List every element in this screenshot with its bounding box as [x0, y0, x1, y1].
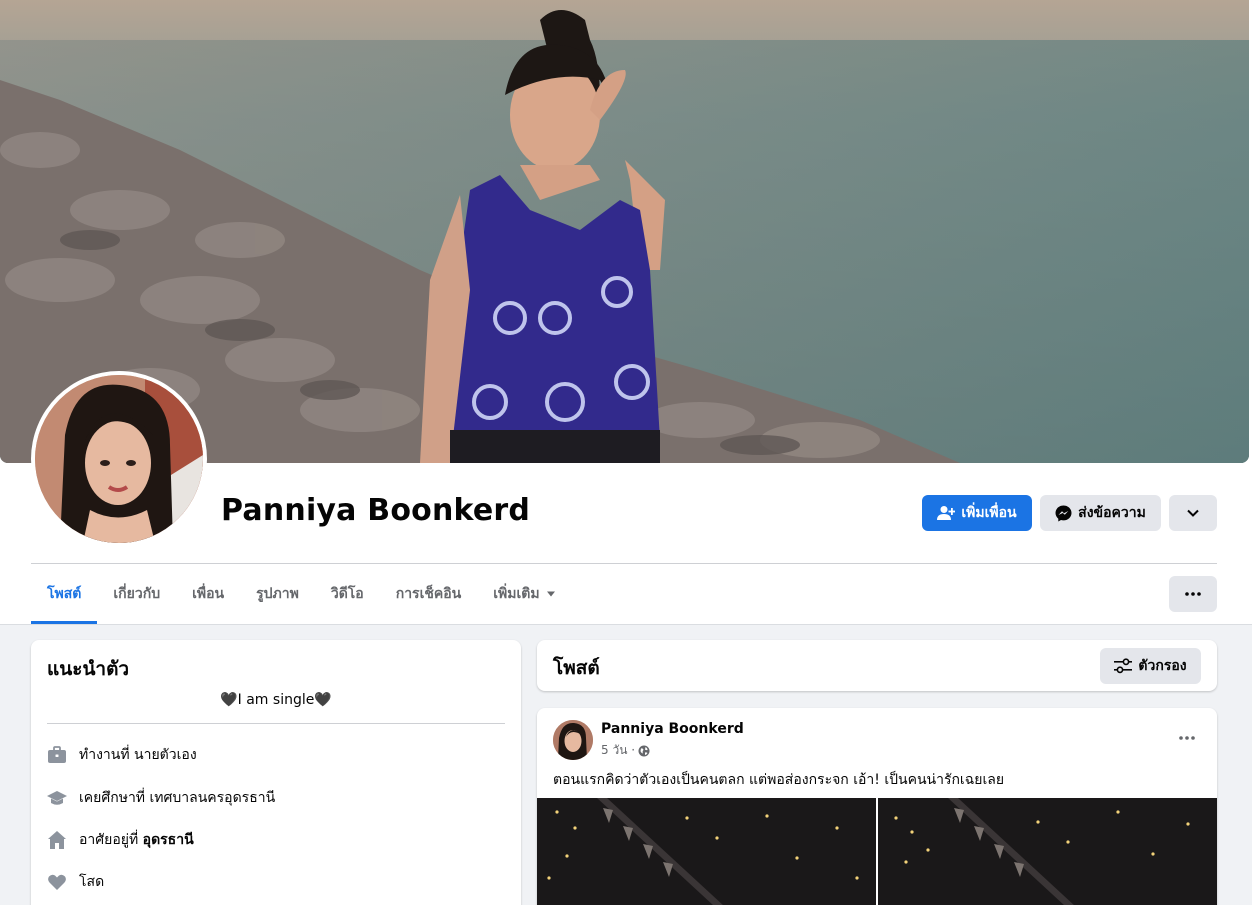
tabs-more-button[interactable] — [1169, 576, 1217, 612]
post-photo[interactable] — [537, 798, 876, 905]
tab-videos[interactable]: วิดีโอ — [315, 565, 380, 623]
post-text: ตอนแรกคิดว่าตัวเองเป็นคนตลก แต่พอส่องกระ… — [553, 772, 1005, 788]
posts-title: โพสต์ — [553, 657, 600, 679]
post-author-avatar[interactable] — [553, 720, 593, 760]
add-friend-icon — [937, 506, 956, 520]
intro-card: แนะนำตัว 🖤I am single🖤 ทำงานที่ นายตัวเอ… — [31, 640, 521, 905]
lives-prefix: อาศัยอยู่ที่ — [79, 832, 143, 848]
tab-checkins[interactable]: การเช็คอิน — [380, 565, 478, 623]
posts-header-card: โพสต์ ตัวกรอง — [537, 640, 1217, 691]
header-divider — [31, 563, 1217, 564]
intro-relationship: โสด — [47, 871, 104, 893]
heart-icon — [48, 874, 66, 890]
post-meta: 5 วัน · — [601, 741, 650, 760]
profile-picture[interactable] — [31, 371, 207, 547]
intro-education-text: เคยศึกษาที่ เทศบาลนครอุดรธานี — [79, 790, 276, 806]
caret-down-icon — [546, 591, 555, 597]
tab-posts[interactable]: โพสต์ — [31, 565, 98, 624]
intro-bio: 🖤I am single🖤 — [220, 692, 332, 708]
chevron-down-icon — [1187, 509, 1199, 517]
intro-work-text: ทำงานที่ นายตัวเอง — [79, 747, 197, 763]
message-label: ส่งข้อความ — [1078, 505, 1146, 521]
post-photo[interactable] — [878, 798, 1217, 905]
intro-education: เคยศึกษาที่ เทศบาลนครอุดรธานี — [47, 787, 275, 809]
filter-button[interactable]: ตัวกรอง — [1100, 648, 1201, 684]
profile-header: Panniya Boonkerd เพิ่มเพื่อน ส่งข้อความ … — [0, 0, 1252, 625]
more-dots-icon — [1179, 736, 1195, 740]
profile-tabs: โพสต์ เกี่ยวกับ เพื่อน รูปภาพ วิดีโอ การ… — [31, 565, 572, 624]
tab-friends[interactable]: เพื่อน — [176, 565, 240, 623]
post-timestamp[interactable]: 5 วัน · — [601, 741, 635, 760]
post-card: Panniya Boonkerd 5 วัน · ตอนแรกคิดว่าตัว… — [537, 708, 1217, 905]
post-author-avatar-image — [553, 720, 593, 760]
tab-label: เพิ่มเติม — [493, 586, 540, 602]
add-friend-label: เพิ่มเพื่อน — [961, 505, 1017, 521]
globe-icon — [638, 745, 650, 756]
cover-photo-image — [0, 0, 1249, 463]
more-dots-icon — [1185, 592, 1201, 596]
post-photo-image — [878, 798, 1217, 905]
tab-photos[interactable]: รูปภาพ — [240, 565, 315, 623]
tab-about[interactable]: เกี่ยวกับ — [97, 565, 176, 623]
tab-label: การเช็คอิน — [395, 586, 462, 602]
intro-relationship-text: โสด — [79, 874, 105, 890]
intro-title: แนะนำตัว — [47, 658, 130, 680]
tab-label: เกี่ยวกับ — [113, 586, 161, 602]
tab-label: โพสต์ — [47, 586, 82, 602]
intro-work: ทำงานที่ นายตัวเอง — [47, 744, 197, 766]
post-author-name[interactable]: Panniya Boonkerd — [601, 721, 744, 737]
cover-photo[interactable] — [0, 0, 1249, 463]
intro-lives-text: อาศัยอยู่ที่ อุดรธานี — [79, 829, 194, 851]
message-button[interactable]: ส่งข้อความ — [1040, 495, 1161, 531]
tab-label: วิดีโอ — [330, 586, 364, 602]
more-profile-actions-button[interactable] — [1169, 495, 1217, 531]
profile-name: Panniya Boonkerd — [221, 493, 531, 528]
tab-more[interactable]: เพิ่มเติม — [477, 565, 571, 623]
lives-place-link[interactable]: อุดรธานี — [143, 832, 194, 848]
intro-lives-in: อาศัยอยู่ที่ อุดรธานี — [47, 829, 194, 851]
home-icon — [48, 831, 66, 849]
filter-label: ตัวกรอง — [1138, 658, 1187, 674]
post-photo-image — [537, 798, 876, 905]
intro-divider — [47, 723, 505, 724]
profile-picture-image — [35, 375, 203, 543]
briefcase-icon — [48, 746, 66, 763]
messenger-icon — [1055, 505, 1072, 521]
post-options-button[interactable] — [1173, 726, 1201, 750]
tab-label: เพื่อน — [192, 586, 225, 602]
filter-sliders-icon — [1114, 658, 1133, 674]
add-friend-button[interactable]: เพิ่มเพื่อน — [922, 495, 1032, 531]
graduation-cap-icon — [47, 791, 67, 805]
tab-label: รูปภาพ — [256, 586, 299, 602]
